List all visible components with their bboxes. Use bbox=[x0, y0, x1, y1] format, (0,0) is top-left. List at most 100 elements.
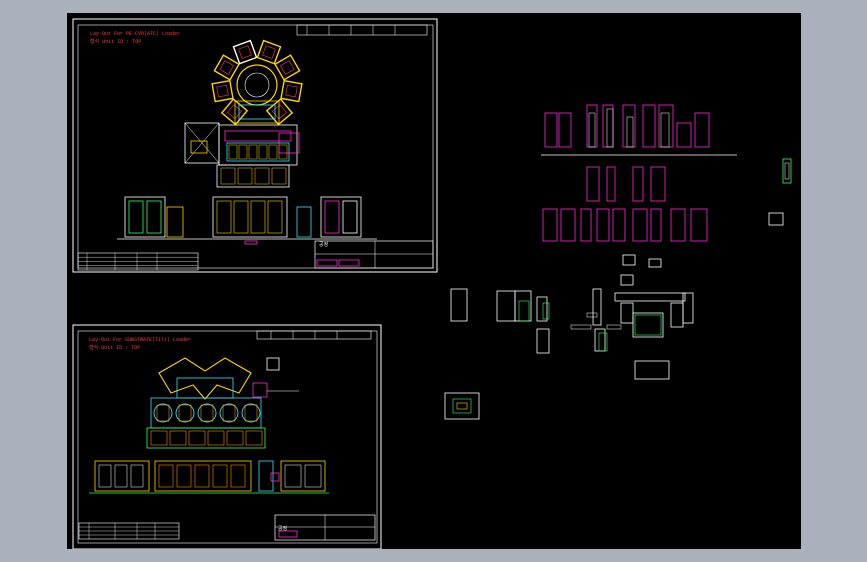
section-small bbox=[622, 254, 636, 266]
process-chamber bbox=[211, 79, 234, 103]
elevation-center bbox=[212, 196, 288, 238]
detail-part-top bbox=[544, 112, 558, 148]
section-view bbox=[614, 292, 686, 302]
loader-conveyor bbox=[224, 130, 292, 142]
section-detail bbox=[598, 332, 608, 352]
section-view bbox=[620, 302, 634, 324]
elevation-left-panel bbox=[146, 200, 162, 234]
section-small bbox=[620, 274, 634, 286]
elevation-left-side bbox=[166, 206, 184, 238]
detail-part-bottom bbox=[596, 208, 610, 242]
wafer-stage bbox=[219, 403, 239, 423]
section-view bbox=[670, 302, 684, 328]
section-bar bbox=[606, 324, 622, 330]
detail-part-bottom bbox=[612, 208, 626, 242]
elevation-left bbox=[124, 196, 166, 238]
cluster-base-bay bbox=[150, 430, 168, 446]
section-view bbox=[514, 290, 532, 322]
side-equipment-detail bbox=[190, 140, 208, 154]
cluster-base-bay bbox=[245, 430, 263, 446]
detail-part-mid bbox=[606, 166, 616, 202]
loader-base-bay bbox=[271, 167, 287, 185]
elevation-right-panel bbox=[324, 200, 340, 234]
bottom-elevation-left-bay bbox=[130, 464, 144, 488]
bottom-sheet-subtitle: 형식 Unit ID : TOP bbox=[89, 345, 141, 351]
bottom-elevation-center bbox=[154, 460, 252, 492]
detail-part-line bbox=[606, 108, 614, 148]
cluster-base-bay bbox=[226, 430, 244, 446]
section-detail bbox=[518, 300, 530, 322]
bottom-elevation-marker bbox=[270, 472, 280, 482]
loader-robot-area bbox=[226, 142, 290, 162]
section-view bbox=[496, 290, 516, 322]
process-chamber-inner bbox=[272, 104, 287, 120]
bottom-elevation-center-bay bbox=[194, 464, 210, 488]
section-small bbox=[648, 258, 662, 268]
bottom-elevation-right bbox=[280, 460, 326, 492]
section-view bbox=[682, 292, 694, 324]
bottom-title-block-label: 공정 bbox=[278, 526, 288, 532]
detail-part-bottom bbox=[690, 208, 708, 242]
cluster-body bbox=[150, 397, 262, 429]
wafer-stage-holder bbox=[200, 404, 214, 422]
bottom-elevation-left bbox=[94, 460, 150, 492]
section-view bbox=[450, 288, 468, 322]
load-lock-inner bbox=[238, 104, 276, 120]
detail-part-line bbox=[626, 116, 634, 148]
process-chamber-inner bbox=[262, 45, 276, 59]
process-chamber-body bbox=[256, 39, 282, 65]
bottom-title-strip bbox=[256, 330, 372, 340]
elevation-center-bay bbox=[233, 200, 249, 234]
process-chamber-inner bbox=[227, 104, 242, 120]
process-chamber bbox=[232, 39, 258, 65]
dimension-marker bbox=[244, 240, 258, 245]
process-chamber-inner bbox=[285, 84, 298, 98]
top-title-block-stamp bbox=[338, 259, 360, 267]
callout-box bbox=[266, 357, 280, 371]
cluster-base-bay bbox=[169, 430, 187, 446]
cluster-base-bay bbox=[207, 430, 225, 446]
loader-cassette bbox=[228, 144, 238, 160]
wafer-stage bbox=[153, 403, 173, 423]
detail-part-top bbox=[586, 104, 598, 148]
loader-cassette bbox=[268, 144, 278, 160]
wafer-stage-holder bbox=[244, 404, 258, 422]
loader-base-bay bbox=[254, 167, 270, 185]
cad-drawing bbox=[72, 18, 792, 549]
elevation-right bbox=[320, 196, 362, 238]
detail-part-line bbox=[588, 112, 596, 148]
process-chamber-body bbox=[211, 79, 234, 103]
detail-part-bottom bbox=[580, 208, 592, 242]
process-chamber bbox=[280, 79, 303, 103]
section-view bbox=[536, 296, 548, 322]
load-lock bbox=[234, 100, 280, 124]
process-chamber bbox=[265, 98, 294, 126]
loader-base bbox=[216, 164, 290, 188]
detail-part-bottom bbox=[670, 208, 686, 242]
top-title-strip bbox=[296, 24, 428, 36]
detail-plate-slot bbox=[456, 402, 468, 410]
cluster-base-bay bbox=[188, 430, 206, 446]
detail-part-top bbox=[642, 104, 656, 148]
loader-cassette bbox=[278, 144, 288, 160]
section-detail bbox=[634, 314, 662, 336]
section-bar bbox=[570, 324, 592, 330]
detail-part-bottom bbox=[650, 208, 662, 242]
drawing-canvas[interactable]: Lay-Out For PE-CVD(ATC) Loader 형식 Unit I… bbox=[67, 13, 801, 549]
bottom-elevation-center-bay bbox=[230, 464, 246, 488]
section-view bbox=[632, 312, 664, 338]
detail-plate-inner bbox=[452, 398, 472, 414]
section-view bbox=[536, 328, 550, 354]
detail-tiny-view bbox=[768, 212, 784, 226]
detail-part-bottom bbox=[542, 208, 558, 242]
wafer-stage-holder bbox=[178, 404, 192, 422]
detail-part-top bbox=[694, 112, 710, 148]
wafer-stage bbox=[175, 403, 195, 423]
section-detail bbox=[542, 302, 550, 320]
wafer-stage bbox=[197, 403, 217, 423]
process-chamber-body bbox=[220, 98, 249, 126]
elevation-center-bay bbox=[267, 200, 283, 234]
detail-part-top bbox=[676, 122, 692, 148]
process-chamber-body bbox=[265, 98, 294, 126]
detail-part-mid bbox=[650, 166, 666, 202]
